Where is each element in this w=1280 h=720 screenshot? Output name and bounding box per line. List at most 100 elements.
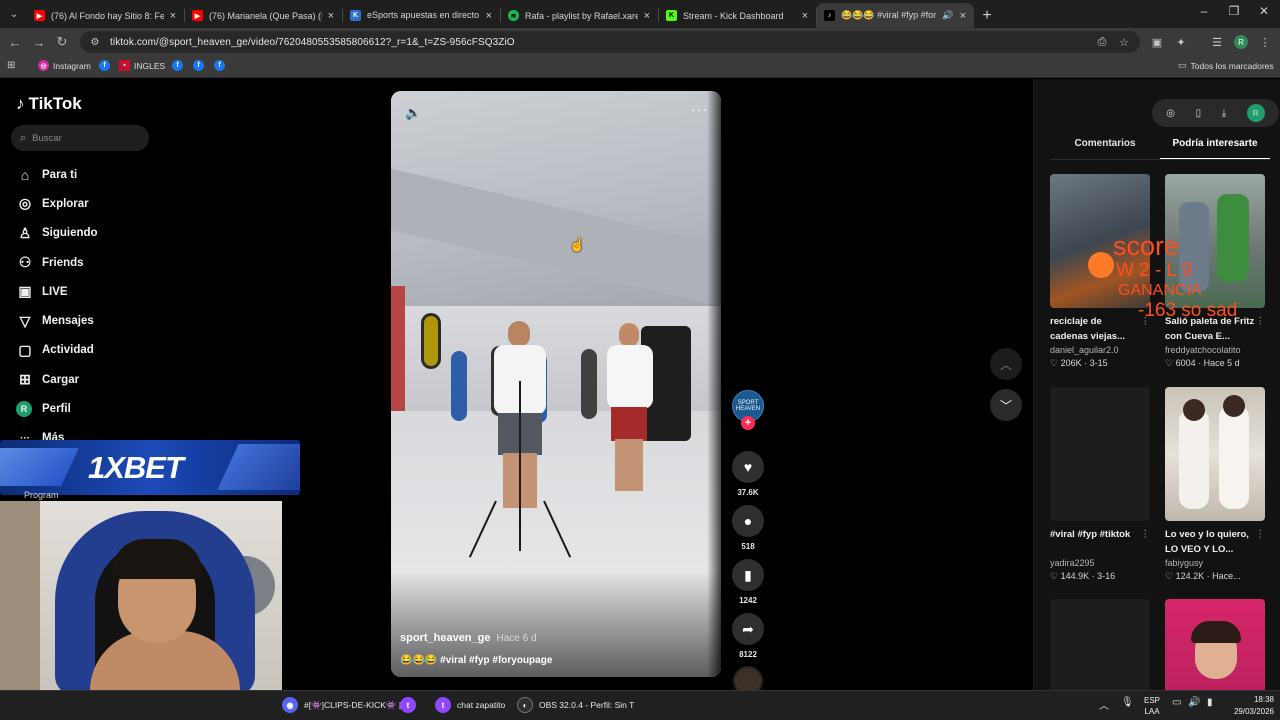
side-panel-icon[interactable]: ☰ [1209, 34, 1225, 50]
more-options-icon[interactable]: ··· [691, 101, 708, 117]
browser-tab[interactable]: ▶ (76) Al Fondo hay Sitio 8: Fernando × [26, 3, 184, 28]
sidebar-item-para-ti[interactable]: ⌂ Para ti [16, 160, 98, 189]
video-card[interactable]: #viral #fyp #tiktok ⋮ yadira2295 ♡ 144.9K… [1050, 387, 1150, 582]
close-icon[interactable]: × [644, 10, 650, 22]
previous-video-button[interactable]: ︿ [990, 348, 1022, 380]
video-thumbnail[interactable] [1050, 599, 1150, 690]
compass-icon[interactable]: ◎ [1166, 108, 1175, 119]
sidebar-item-perfil[interactable]: R Perfil [16, 394, 98, 423]
card-more-icon[interactable]: ⋮ [1141, 527, 1151, 542]
tiktok-logo[interactable]: ♪ TikTok [16, 94, 82, 114]
sidebar-item-actividad[interactable]: ▢ Actividad [16, 336, 98, 365]
taskbar-app-chat[interactable]: t chat zapatito [435, 697, 505, 713]
card-title: #viral #fyp #tiktok ⋮ [1050, 527, 1150, 557]
sidebar-item-friends[interactable]: ⚇ Friends [16, 248, 98, 277]
comment-button[interactable]: ● [732, 505, 764, 537]
download-icon[interactable]: ⤓ [1222, 108, 1226, 119]
close-window-icon[interactable]: ✕ [1254, 4, 1274, 18]
bookmark-facebook[interactable]: f [193, 60, 204, 71]
bookmark-facebook[interactable]: f [214, 60, 225, 71]
phone-icon[interactable]: ▯ [1196, 108, 1202, 119]
speaker-icon[interactable]: 🔊 [1188, 697, 1200, 708]
card-more-icon[interactable]: ⋮ [1256, 527, 1266, 542]
browser-tab-active[interactable]: ♪ 😂😂😂 #viral #fyp #foryoupage 🔊 × [816, 3, 974, 28]
browser-tab[interactable]: ≋ Rafa - playlist by Rafael.xared | × [500, 3, 658, 28]
minimize-icon[interactable]: – [1194, 4, 1214, 18]
address-bar[interactable]: ⚙ tiktok.com/@sport_heaven_ge/video/7620… [80, 31, 1140, 53]
system-clock[interactable]: 18:38 29/03/2026 [1230, 694, 1274, 718]
save-button[interactable]: ▮ [732, 559, 764, 591]
video-player[interactable]: 🔈 ··· sport_heaven_ge Hace 6 d 😂😂😂 #viral… [391, 91, 721, 677]
webcam-door [0, 501, 40, 690]
tab-comentarios[interactable]: Comentarios [1050, 134, 1160, 160]
bookmark-star-icon[interactable]: ☆ [1116, 34, 1132, 50]
video-card[interactable]: Lo veo y lo quiero, LO VEO Y LO... ⋮ fabi… [1165, 387, 1265, 582]
share-button[interactable]: ➦ [732, 613, 764, 645]
sidebar-item-live[interactable]: ▣ LIVE [16, 277, 98, 306]
card-more-icon[interactable]: ⋮ [1256, 314, 1266, 329]
sidebar-item-explorar[interactable]: ◎ Explorar [16, 189, 98, 218]
taskbar-app-obs[interactable]: ◐ OBS 32.0.4 - Perfil: Sin T [517, 697, 634, 713]
restore-icon[interactable]: ❐ [1224, 4, 1244, 18]
microphone-icon[interactable]: 🎙 [1121, 697, 1134, 708]
network-icon[interactable]: ▭ [1172, 697, 1181, 708]
card-author[interactable]: daniel_aguilar2.0 [1050, 345, 1150, 355]
battery-icon[interactable]: ▮ [1207, 697, 1213, 708]
tray-chevron-icon[interactable]: ︿ [1099, 697, 1109, 712]
back-icon[interactable]: ← [6, 33, 24, 51]
apps-grid-icon[interactable]: ⊞ [7, 60, 15, 71]
video-thumbnail[interactable] [1050, 387, 1150, 521]
next-video-button[interactable]: ﹀ [990, 389, 1022, 421]
forward-icon[interactable]: → [30, 33, 48, 51]
tab-title: (76) Al Fondo hay Sitio 8: Fernando [51, 10, 164, 21]
close-icon[interactable]: × [960, 10, 966, 22]
card-author[interactable]: fabiygusy [1165, 558, 1265, 568]
volume-icon[interactable]: 🔈 [405, 105, 421, 121]
install-app-icon[interactable]: ⎙ [1094, 34, 1110, 50]
video-card[interactable] [1050, 599, 1150, 690]
like-button[interactable]: ♥ [732, 451, 764, 483]
music-disc-icon[interactable] [733, 666, 763, 690]
search-input[interactable]: ⌕ Buscar [11, 125, 149, 151]
sidebar-item-mensajes[interactable]: ▽ Mensajes [16, 306, 98, 335]
audio-playing-icon[interactable]: 🔊 [942, 10, 953, 21]
taskbar-app-twitch[interactable]: t [400, 697, 416, 713]
tab-search-icon[interactable]: ⌄ [4, 4, 24, 24]
bookmark-ingles[interactable]: ▪ INGLES [119, 60, 165, 71]
card-author[interactable]: freddyatchocolatito [1165, 345, 1265, 355]
follow-plus-icon[interactable]: + [741, 416, 755, 430]
bookmark-facebook[interactable]: f [172, 60, 183, 71]
media-icon[interactable]: ▣ [1149, 34, 1165, 50]
video-thumbnail[interactable] [1165, 599, 1265, 690]
profile-avatar[interactable]: R [1246, 104, 1265, 122]
profile-button[interactable]: R [1233, 34, 1249, 50]
close-icon[interactable]: × [328, 10, 334, 22]
video-author[interactable]: sport_heaven_ge Hace 6 d [400, 632, 537, 644]
flag-icon: ▪ [119, 60, 130, 71]
browser-tab[interactable]: K Stream - Kick Dashboard × [658, 3, 816, 28]
new-tab-button[interactable]: + [974, 3, 1000, 28]
site-info-icon[interactable]: ⚙ [88, 35, 102, 49]
taskbar-app-discord[interactable]: ◉ #[👾]CLIPS-DE-KICK👾 | [282, 697, 401, 713]
close-icon[interactable]: × [170, 10, 176, 22]
reload-icon[interactable]: ↻ [53, 33, 71, 51]
card-author[interactable]: yadira2295 [1050, 558, 1150, 568]
url-text[interactable]: tiktok.com/@sport_heaven_ge/video/762048… [110, 37, 515, 48]
video-caption[interactable]: 😂😂😂 #viral #fyp #foryoupage [400, 655, 552, 666]
browser-tab[interactable]: K eSports apuestas en directo ➤ × [342, 3, 500, 28]
bookmark-instagram[interactable]: ◎ Instagram [38, 60, 91, 71]
tab-podria-interesarte[interactable]: Podría interesarte [1160, 134, 1270, 160]
video-thumbnail[interactable] [1165, 387, 1265, 521]
menu-icon[interactable]: ⋮ [1257, 34, 1273, 50]
sidebar-item-siguiendo[interactable]: ♙ Siguiendo [16, 219, 98, 248]
extensions-icon[interactable]: ✦ [1173, 34, 1189, 50]
bookmark-facebook[interactable]: f [99, 60, 110, 71]
browser-tab[interactable]: ▶ (76) Marianela (Que Pasa) (Extended × [184, 3, 342, 28]
all-bookmarks-button[interactable]: ▭ Todos los marcadores [1178, 60, 1274, 71]
close-icon[interactable]: × [802, 10, 808, 22]
language-indicator[interactable]: ESP LAA [1144, 695, 1160, 717]
close-icon[interactable]: × [486, 10, 492, 22]
sidebar-item-cargar[interactable]: ⊞ Cargar [16, 365, 98, 394]
author-name[interactable]: sport_heaven_ge [400, 632, 490, 644]
video-card[interactable] [1165, 599, 1265, 690]
